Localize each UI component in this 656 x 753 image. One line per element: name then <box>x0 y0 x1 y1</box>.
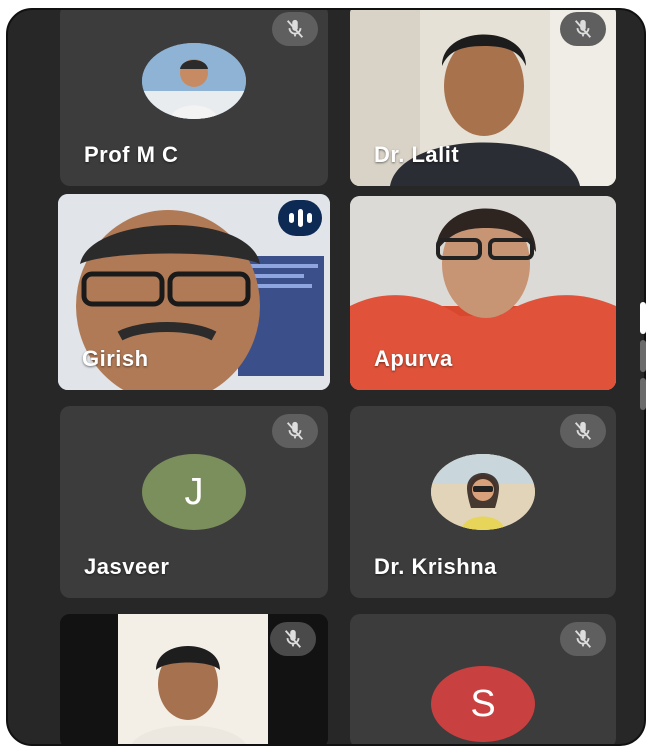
meeting-grid: Prof M C Dr. Lalit Girish Apurva J Jasve… <box>6 8 646 746</box>
participant-name: Dr. Lalit <box>374 142 460 167</box>
participant-tile-video[interactable] <box>60 614 328 744</box>
participant-tile-dr-krishna[interactable]: Dr. Krishna <box>350 406 616 598</box>
participant-name: Girish <box>82 346 149 371</box>
participant-tile-s[interactable]: S <box>350 614 616 744</box>
audio-level-icon <box>278 200 322 236</box>
participant-tile-apurva[interactable]: Apurva <box>350 196 616 390</box>
mic-off-icon <box>560 12 606 46</box>
avatar-initial: S <box>470 682 496 725</box>
participant-tile-prof-mc[interactable]: Prof M C <box>60 10 328 186</box>
mic-off-icon <box>560 622 606 656</box>
mic-off-icon <box>272 414 318 448</box>
participant-name: Apurva <box>374 346 453 371</box>
participant-name: Prof M C <box>84 142 179 167</box>
participant-photo-avatar <box>142 43 246 119</box>
scrollbar[interactable] <box>640 302 648 416</box>
initial-avatar: J <box>142 454 246 530</box>
participant-name: Jasveer <box>84 554 170 579</box>
mic-off-icon <box>270 622 316 656</box>
participant-name: Dr. Krishna <box>374 554 497 579</box>
participant-tile-jasveer[interactable]: J Jasveer <box>60 406 328 598</box>
participant-tile-girish[interactable]: Girish <box>58 194 330 390</box>
participant-tile-dr-lalit[interactable]: Dr. Lalit <box>350 10 616 186</box>
participant-photo-avatar <box>431 454 535 530</box>
mic-off-icon <box>272 12 318 46</box>
initial-avatar: S <box>431 666 535 742</box>
mic-off-icon <box>560 414 606 448</box>
avatar-initial: J <box>184 470 204 513</box>
